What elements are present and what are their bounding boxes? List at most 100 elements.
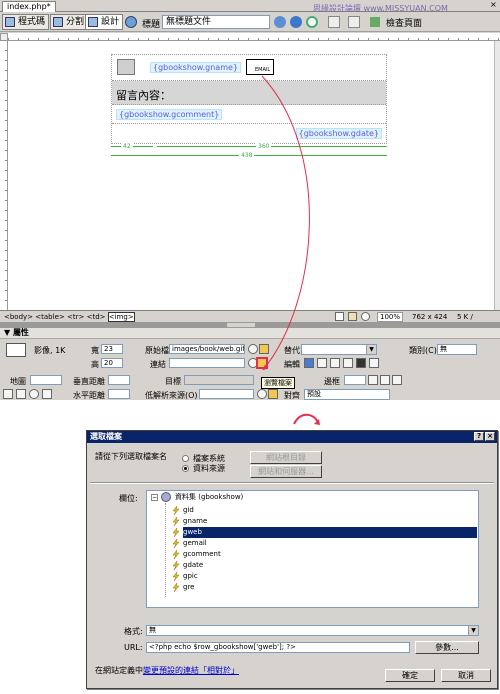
hand-tool-icon[interactable] — [348, 312, 357, 321]
point-to-file-icon[interactable] — [257, 389, 267, 399]
title-label: 標題 — [142, 20, 161, 30]
class-label: 類別(C) — [409, 346, 437, 355]
border-field[interactable] — [344, 375, 366, 385]
folder-icon[interactable] — [268, 389, 278, 399]
vspace-field[interactable] — [108, 375, 130, 385]
title-input[interactable]: 無標題文件 — [162, 15, 270, 29]
target-field[interactable] — [184, 375, 254, 385]
browser-check-icon[interactable] — [274, 16, 286, 28]
polygon-hotspot-icon[interactable] — [42, 389, 52, 399]
filesystem-radio[interactable] — [182, 455, 189, 462]
alt-select[interactable]: ▼ — [301, 344, 377, 355]
validate-icon[interactable] — [370, 17, 380, 27]
width-field[interactable]: 23 — [101, 344, 123, 354]
window-size[interactable]: 762 x 424 — [412, 313, 447, 321]
tree-root[interactable]: 資料集 (gbookshow) — [175, 492, 243, 503]
align-left-icon[interactable] — [368, 375, 378, 385]
close-icon[interactable]: × — [485, 432, 495, 441]
lowsrc-field[interactable] — [199, 389, 254, 399]
cancel-button[interactable]: 取消 — [441, 669, 491, 682]
breadcrumb-tr[interactable]: <tr> — [67, 313, 84, 321]
field-item[interactable]: gweb — [183, 527, 477, 538]
check-page-button[interactable]: 檢查頁面 — [386, 16, 422, 29]
link-field[interactable] — [169, 358, 245, 368]
site-root-button[interactable]: 網站根目錄 — [250, 451, 322, 464]
breadcrumb-img[interactable]: <img> — [107, 312, 135, 322]
field-item[interactable]: gpic — [183, 571, 198, 582]
globe-preview-icon[interactable] — [290, 16, 302, 28]
src-field[interactable]: images/book/web.gif — [169, 344, 245, 354]
hspace-field[interactable] — [108, 389, 130, 399]
email-icon[interactable]: EMAIL — [246, 59, 274, 75]
field-item[interactable]: gname — [183, 516, 207, 527]
fireworks-edit-icon[interactable] — [304, 358, 314, 368]
datasource-radio[interactable] — [182, 465, 189, 472]
sharpen-icon[interactable] — [369, 358, 379, 368]
name-tag[interactable]: {gbookshow.gname} — [150, 62, 242, 73]
chevron-down-icon: ▼ — [468, 626, 478, 635]
folder-icon[interactable] — [259, 344, 269, 354]
table-row: {gbookshow.gcomment} — [112, 105, 386, 124]
point-to-file-icon[interactable] — [248, 344, 258, 354]
align-right-icon[interactable] — [392, 375, 402, 385]
divider — [90, 482, 494, 484]
date-tag[interactable]: {gbookshow.gdate} — [295, 128, 382, 139]
status-bar: <body> <table> <tr> <td> <img> 100% 762 … — [0, 310, 500, 322]
dreamweaver-window: index.php* × 程式碼 分割 設計 標題 無標題文件 檢查頁面 思緣設… — [0, 0, 500, 400]
server-button[interactable]: 網站和伺服器... — [250, 465, 322, 478]
height-field[interactable]: 20 — [101, 358, 123, 368]
rect-hotspot-icon[interactable] — [16, 389, 26, 399]
field-item[interactable]: gid — [183, 505, 194, 516]
optimize-icon[interactable] — [317, 358, 327, 368]
breadcrumb-body[interactable]: <body> — [4, 313, 33, 321]
height-label: 高 — [91, 360, 99, 369]
align-center-icon[interactable] — [380, 375, 390, 385]
crop-icon[interactable] — [330, 358, 340, 368]
field-item[interactable]: gdate — [183, 560, 203, 571]
select-prompt: 請從下列選取檔案名 — [95, 452, 167, 461]
breadcrumb-table[interactable]: <table> — [35, 313, 64, 321]
properties-panel-header[interactable]: ▼ 屬性 — [0, 328, 500, 339]
browse-folder-icon[interactable] — [256, 357, 268, 369]
pointer-tool-icon[interactable] — [335, 312, 344, 321]
relative-to-link[interactable]: 變更預設的連結「相對於」 — [143, 666, 239, 675]
lightning-icon — [172, 527, 180, 538]
class-select[interactable]: 無 — [437, 344, 477, 355]
help-icon[interactable]: ? — [474, 432, 484, 441]
code-view-button[interactable]: 程式碼 — [2, 14, 50, 30]
format-select[interactable]: 無 ▼ — [146, 625, 479, 636]
collapse-icon[interactable]: − — [151, 494, 158, 501]
zoom-select[interactable]: 100% — [377, 312, 404, 322]
vertical-scrollbar[interactable] — [494, 41, 500, 310]
footer-text: 在網站定義中變更預設的連結「相對於」 — [95, 665, 239, 676]
comment-tag[interactable]: {gbookshow.gcomment} — [116, 109, 223, 120]
design-icon — [88, 17, 98, 27]
url-field[interactable]: <?php echo $row_gbookshow['gweb']; ?> — [146, 642, 410, 653]
field-item[interactable]: gcomment — [183, 549, 221, 560]
close-icon[interactable]: × — [490, 1, 498, 9]
pointer-hotspot-icon[interactable] — [3, 389, 13, 399]
field-tree[interactable]: − 資料集 (gbookshow) gid gname gweb gemail gcom… — [146, 490, 479, 608]
select-file-dialog: 選取檔案 ? × 請從下列選取檔案名 檔案系統 資料來源 網站根目錄 網站和伺服… — [86, 430, 498, 689]
brightness-icon[interactable] — [356, 358, 366, 368]
view-options-icon[interactable] — [328, 16, 340, 28]
design-view-button[interactable]: 設計 — [85, 14, 124, 30]
globe-icon[interactable] — [125, 16, 137, 28]
breadcrumb-td[interactable]: <td> — [87, 313, 106, 321]
resample-icon[interactable] — [343, 358, 353, 368]
zoom-tool-icon[interactable] — [361, 312, 370, 321]
guestbook-table[interactable]: {gbookshow.gname} EMAIL 留言內容： {gbookshow… — [111, 54, 387, 144]
map-field[interactable] — [30, 375, 62, 385]
refresh-icon[interactable] — [306, 16, 318, 28]
field-item[interactable]: gre — [183, 582, 194, 593]
oval-hotspot-icon[interactable] — [29, 389, 39, 399]
ok-button[interactable]: 確定 — [385, 669, 435, 682]
align-select[interactable]: 預設 — [304, 389, 390, 400]
collapse-handle[interactable] — [227, 323, 255, 327]
params-button[interactable]: 參數... — [415, 641, 479, 654]
document-tab[interactable]: index.php* — [2, 1, 56, 12]
edit-label: 編輯 — [284, 360, 300, 369]
field-item[interactable]: gemail — [183, 538, 207, 549]
visual-aids-icon[interactable] — [348, 16, 360, 28]
split-view-button[interactable]: 分割 — [50, 14, 89, 30]
